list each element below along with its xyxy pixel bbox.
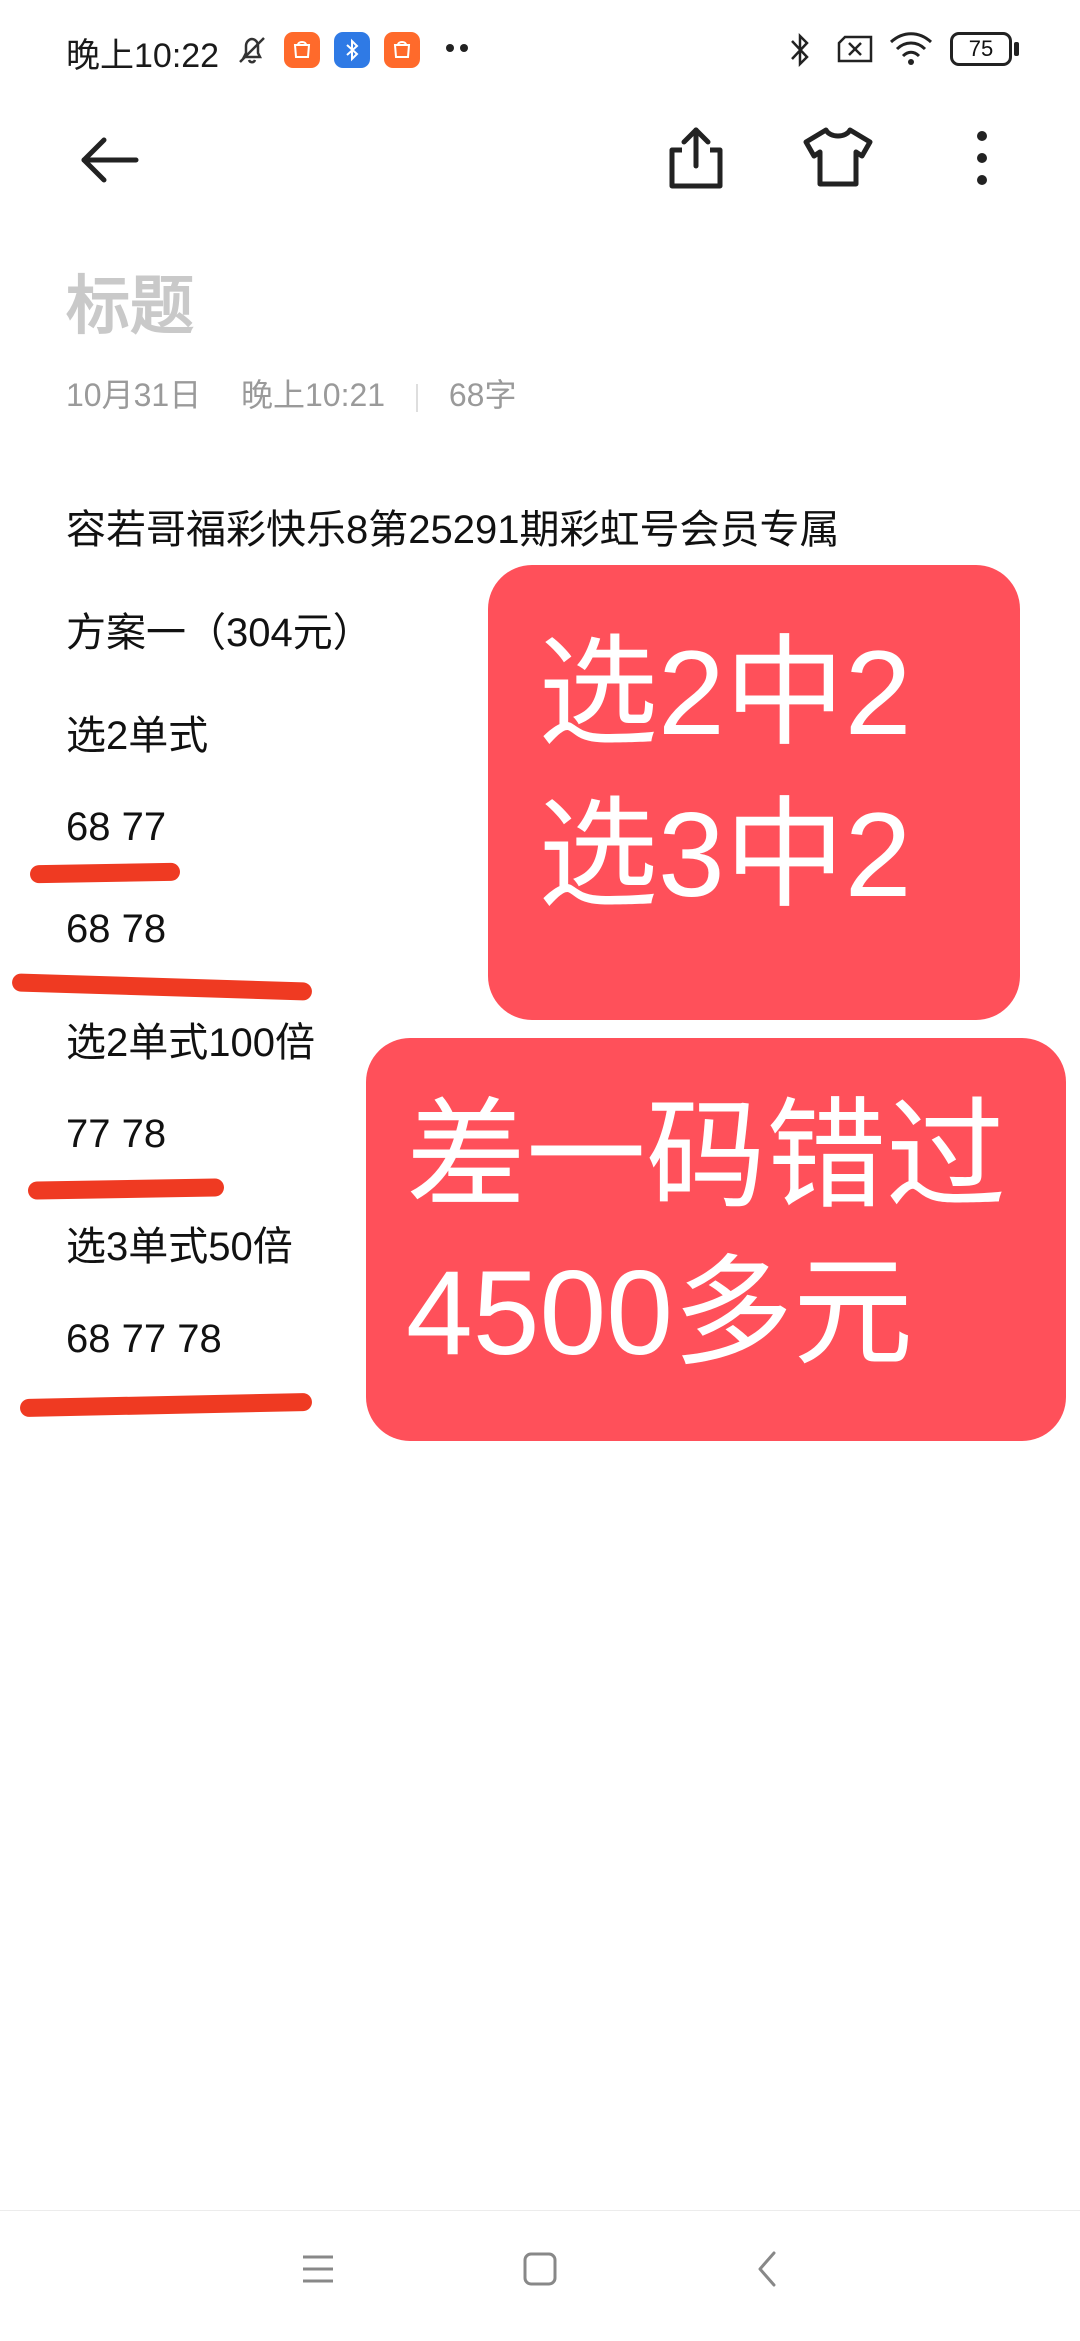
note-line[interactable]: 68 78 — [66, 907, 166, 952]
home-icon[interactable] — [522, 2251, 558, 2287]
note-line[interactable]: 68 77 78 — [66, 1317, 222, 1362]
status-bar: 晚上10:22 75 — [0, 0, 1080, 100]
note-line[interactable]: 容若哥福彩快乐8第25291期彩虹号会员专属 — [66, 497, 839, 555]
note-line[interactable]: 68 77 — [66, 805, 166, 850]
note-date: 10月31日 — [66, 377, 202, 413]
wifi-icon — [889, 32, 933, 65]
app-store-icon — [284, 32, 320, 68]
back-icon[interactable] — [754, 2249, 780, 2289]
more-notifications-icon — [446, 44, 468, 52]
bluetooth-icon — [791, 32, 809, 68]
back-arrow-icon[interactable] — [74, 125, 144, 195]
more-vert-icon[interactable] — [962, 126, 1002, 190]
meta-divider — [415, 383, 418, 412]
promo-card-miss: 差一码错过 4500多元 — [366, 1038, 1066, 1441]
share-icon[interactable] — [662, 122, 730, 194]
underline-stroke — [11, 973, 313, 1001]
note-time: 晚上10:21 — [240, 377, 386, 413]
battery-icon: 75 — [950, 32, 1012, 66]
note-line[interactable]: 方案一（304元） — [66, 600, 373, 658]
app-store-icon — [384, 32, 420, 68]
toolbar — [0, 110, 1080, 250]
note-meta: 10月31日 晚上10:21 68字 — [66, 370, 516, 416]
note-line[interactable]: 77 78 — [66, 1112, 166, 1157]
no-sim-icon — [837, 35, 873, 63]
note-line[interactable]: 选2单式 — [66, 703, 208, 761]
system-nav-bar — [0, 2210, 1080, 2341]
promo-card-line: 选3中2 — [538, 788, 912, 922]
bluetooth-app-icon — [334, 32, 370, 68]
note-char-count: 68字 — [448, 377, 517, 413]
battery-level: 75 — [968, 36, 994, 61]
promo-card-line: 4500多元 — [406, 1246, 913, 1380]
underline-stroke — [27, 1178, 225, 1200]
menu-icon[interactable] — [300, 2253, 336, 2285]
underline-stroke — [29, 862, 181, 884]
notifications-off-icon — [239, 37, 265, 64]
underline-stroke — [19, 1392, 313, 1418]
promo-card-hit: 选2中2 选3中2 — [488, 565, 1020, 1020]
note-line[interactable]: 选3单式50倍 — [66, 1214, 293, 1272]
promo-card-line: 差一码错过 — [406, 1089, 1006, 1223]
tshirt-icon[interactable] — [800, 124, 876, 190]
note-title[interactable]: 标题 — [66, 255, 194, 347]
battery-tip — [1014, 42, 1019, 56]
status-time: 晚上10:22 — [66, 37, 220, 75]
note-line[interactable]: 选2单式100倍 — [66, 1010, 315, 1068]
promo-card-line: 选2中2 — [538, 626, 912, 760]
